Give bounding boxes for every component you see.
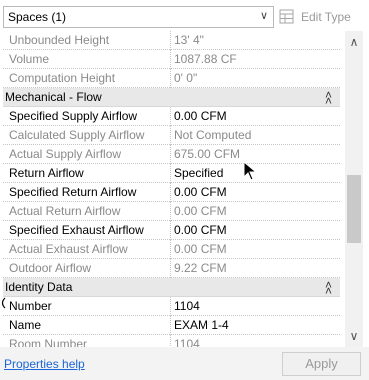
- property-value[interactable]: Specified: [170, 164, 223, 183]
- section-title: Mechanical - Flow: [5, 90, 102, 104]
- property-row: Outdoor Airflow 9.22 CFM: [3, 259, 340, 278]
- edit-type-icon: [279, 9, 294, 24]
- property-name: Actual Exhaust Airflow: [9, 242, 128, 256]
- property-name: Volume: [9, 52, 50, 66]
- property-row[interactable]: Number 1104: [3, 297, 340, 316]
- property-name: Actual Supply Airflow: [9, 147, 122, 161]
- property-value[interactable]: 1104: [170, 297, 200, 316]
- property-name: Outdoor Airflow: [9, 261, 92, 275]
- vertical-scrollbar[interactable]: ∧ ∨: [345, 31, 363, 347]
- property-row: Calculated Supply Airflow Not Computed: [3, 126, 340, 145]
- property-value: 0.00 CFM: [170, 240, 227, 259]
- properties-grid: Unbounded Height 13' 4" Volume 1087.88 CF Co…: [3, 31, 340, 347]
- property-row: Volume 1087.88 CF: [3, 50, 340, 69]
- property-value: Not Computed: [170, 126, 251, 145]
- property-value: 1087.88 CF: [170, 50, 237, 69]
- property-row[interactable]: Specified Return Airflow 0.00 CFM: [3, 183, 340, 202]
- row-indicator-icon: [1, 297, 6, 309]
- mouse-cursor-icon: [243, 161, 257, 181]
- property-value: 0' 0": [170, 69, 197, 88]
- property-row: Room Number 1104: [3, 335, 340, 347]
- apply-button[interactable]: Apply: [282, 352, 361, 376]
- properties-header: Spaces (1) ∨ Edit Type: [0, 0, 369, 31]
- edit-type-label: Edit Type: [301, 10, 351, 24]
- property-row[interactable]: Specified Supply Airflow 0.00 CFM: [3, 107, 340, 126]
- chevron-down-icon[interactable]: ∨: [260, 9, 268, 22]
- property-row[interactable]: Name EXAM 1-4: [3, 316, 340, 335]
- scroll-down-arrow-icon[interactable]: ∨: [345, 327, 363, 347]
- property-name: Unbounded Height: [9, 33, 110, 47]
- property-name: Specified Return Airflow: [9, 185, 137, 199]
- property-name: Number: [9, 299, 52, 313]
- property-value: 1104: [170, 335, 200, 347]
- property-value: 13' 4": [170, 31, 204, 50]
- section-header[interactable]: Mechanical - Flow ˄ ˄: [3, 88, 340, 107]
- property-row: Actual Supply Airflow 675.00 CFM: [3, 145, 340, 164]
- property-row[interactable]: Specified Exhaust Airflow 0.00 CFM: [3, 221, 340, 240]
- property-row: Computation Height 0' 0": [3, 69, 340, 88]
- type-selector-value: Spaces (1): [8, 10, 67, 24]
- section-header[interactable]: Identity Data ˄ ˄: [3, 278, 340, 297]
- collapse-double-chevron-icon[interactable]: ˄ ˄: [325, 89, 332, 107]
- property-name: Actual Return Airflow: [9, 204, 121, 218]
- property-value: 0.00 CFM: [170, 202, 227, 221]
- property-name: Calculated Supply Airflow: [9, 128, 145, 142]
- property-row: Unbounded Height 13' 4": [3, 31, 340, 50]
- collapse-double-chevron-icon[interactable]: ˄ ˄: [325, 279, 332, 297]
- type-selector-dropdown[interactable]: Spaces (1) ∨: [3, 6, 274, 28]
- property-row: Actual Exhaust Airflow 0.00 CFM: [3, 240, 340, 259]
- property-value[interactable]: EXAM 1-4: [170, 316, 229, 335]
- property-name: Return Airflow: [9, 166, 84, 180]
- scroll-up-arrow-icon[interactable]: ∧: [345, 31, 363, 51]
- property-value[interactable]: 0.00 CFM: [170, 107, 227, 126]
- property-value[interactable]: 0.00 CFM: [170, 183, 227, 202]
- property-value: 9.22 CFM: [170, 259, 227, 278]
- property-name: Computation Height: [9, 71, 116, 85]
- property-row[interactable]: Return Airflow Specified: [3, 164, 340, 183]
- properties-footer: Properties help Apply: [0, 347, 369, 380]
- property-row: Actual Return Airflow 0.00 CFM: [3, 202, 340, 221]
- property-name: Room Number: [9, 337, 88, 347]
- property-value[interactable]: 0.00 CFM: [170, 221, 227, 240]
- property-name: Specified Supply Airflow: [9, 109, 138, 123]
- scrollbar-thumb[interactable]: [347, 175, 361, 243]
- property-value: 675.00 CFM: [170, 145, 240, 164]
- property-name: Name: [9, 318, 42, 332]
- section-title: Identity Data: [5, 280, 73, 294]
- property-name: Specified Exhaust Airflow: [9, 223, 144, 237]
- properties-help-link[interactable]: Properties help: [4, 357, 85, 371]
